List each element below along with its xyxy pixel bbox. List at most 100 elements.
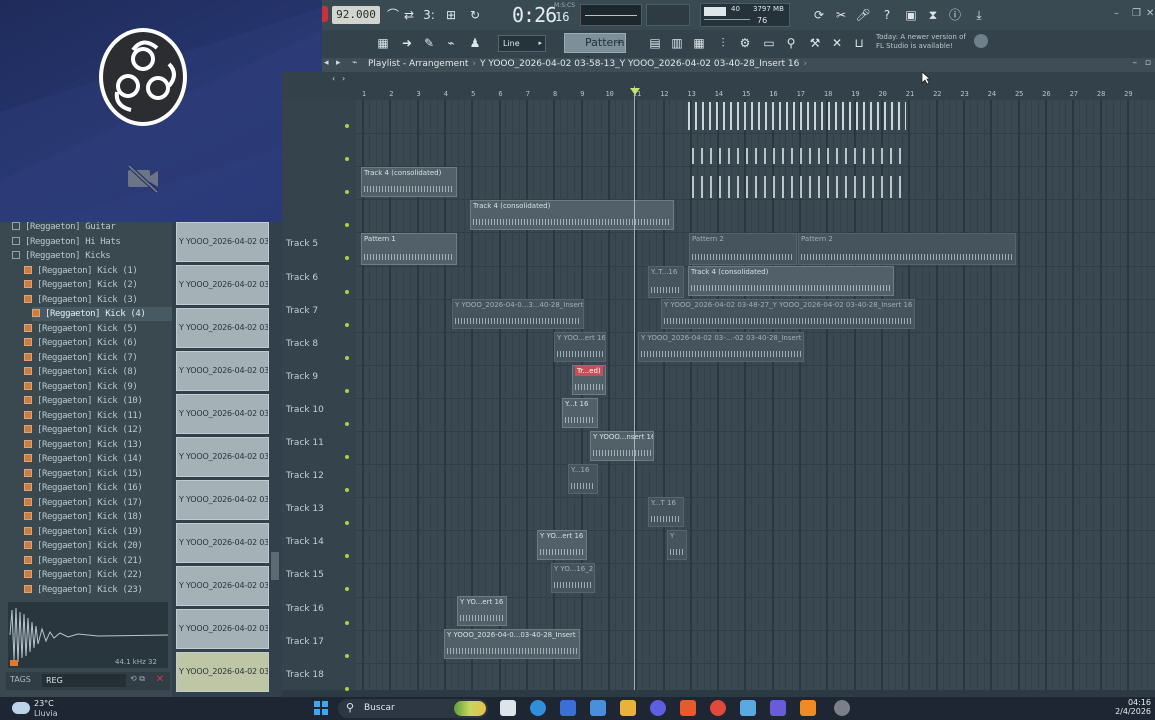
close-window-icon[interactable]: ✕ xyxy=(1146,8,1154,19)
maximize-window-icon[interactable]: ❐ xyxy=(1132,8,1141,19)
audio-clip[interactable]: Y YO...16_2 xyxy=(551,563,595,593)
audio-clip[interactable]: Y xyxy=(667,530,687,560)
master-pitch-display[interactable] xyxy=(646,4,690,26)
browser-folder-item[interactable]: [Reggaeton] Hi Hats xyxy=(12,235,172,249)
track-mute-led[interactable] xyxy=(345,653,349,658)
browser-file-item[interactable]: [Reggaeton] Kick (17) xyxy=(24,496,172,510)
browser-file-item[interactable]: [Reggaeton] Kick (3) xyxy=(24,293,172,307)
browser-file-item[interactable]: [Reggaeton] Kick (15) xyxy=(24,467,172,481)
picker-clip[interactable]: Y YOOO_2026-04-02 03-... xyxy=(176,265,269,305)
track-mute-led[interactable] xyxy=(345,620,349,625)
tags-search-input[interactable]: REG xyxy=(42,674,126,687)
audio-clip[interactable]: Y YOOO...nsert 16 xyxy=(590,431,654,461)
audio-clip[interactable]: Track 4 (consolidated) xyxy=(470,200,674,230)
picker-clip[interactable]: Y YOOO_2026-04-02 03-... xyxy=(176,609,269,649)
track-mute-led[interactable] xyxy=(345,124,349,128)
audio-clip[interactable]: Y YOOO_2026-04-02 03-48-27_Y YOOO_2026-0… xyxy=(661,299,915,329)
track-header[interactable] xyxy=(282,166,356,199)
track-mute-led[interactable] xyxy=(345,256,349,261)
ruler-left-icon[interactable]: ‹ xyxy=(332,74,335,83)
audio-clip[interactable]: Y YOOO_2026-04-02 03-...-02 03-40-28_Ins… xyxy=(638,332,804,362)
browser-file-item[interactable]: [Reggaeton] Kick (18) xyxy=(24,510,172,524)
picker-clip[interactable]: Y YOOO_2026-04-02 03-... xyxy=(176,480,269,520)
task-view-icon[interactable] xyxy=(500,700,516,716)
track-header[interactable]: Track 13 xyxy=(282,497,356,530)
browser-file-item[interactable]: [Reggaeton] Kick (7) xyxy=(24,351,172,365)
tags-refresh-icon[interactable]: ⟲ ⧉ xyxy=(130,674,145,684)
edge-browser-icon[interactable] xyxy=(530,700,546,716)
browser-file-item[interactable]: [Reggaeton] Kick (12) xyxy=(24,423,172,437)
browser-file-item[interactable]: [Reggaeton] Kick (20) xyxy=(24,539,172,553)
copilot-icon[interactable] xyxy=(650,700,666,716)
browser-file-item[interactable]: [Reggaeton] Kick (4) xyxy=(32,307,172,321)
brave-browser-icon[interactable] xyxy=(680,700,696,716)
record-button[interactable] xyxy=(322,6,328,22)
track-mute-led[interactable] xyxy=(345,223,349,228)
browser-file-item[interactable]: [Reggaeton] Kick (21) xyxy=(24,554,172,568)
track-header[interactable]: Track 11 xyxy=(282,431,356,464)
track-mute-led[interactable] xyxy=(345,554,349,559)
snap-mode-select[interactable]: Line ▸ xyxy=(498,35,546,52)
browser-folder-item[interactable]: [Reggaeton] Kicks xyxy=(12,249,172,263)
audio-clip[interactable]: Pattern 2 xyxy=(798,233,1016,265)
step-edit-icon[interactable]: ⊞ xyxy=(442,6,460,24)
audio-clip[interactable]: Y YOOO_2026-04-0...03-40-28_Insert 16 xyxy=(444,629,580,659)
news-avatar-icon[interactable] xyxy=(974,34,988,48)
kick-pattern-clips[interactable] xyxy=(688,102,906,130)
taskbar-search[interactable]: ⚲ Buscar xyxy=(338,699,488,718)
track-header[interactable]: Track 10 xyxy=(282,398,356,431)
track-mute-led[interactable] xyxy=(345,521,349,526)
picker-clip[interactable]: Y YOOO_2026-04-02 03-... xyxy=(176,351,269,391)
browser-file-item[interactable]: [Reggaeton] Kick (14) xyxy=(24,452,172,466)
plugin-icon[interactable]: ⧗ xyxy=(924,6,942,24)
audio-clip[interactable]: Tr...ed) xyxy=(572,365,606,395)
obs-taskbar-icon[interactable] xyxy=(834,700,850,716)
weather-widget[interactable]: 23°C Lluvia xyxy=(12,699,72,719)
undo-history-icon[interactable]: ⟳ xyxy=(810,6,828,24)
browser-file-item[interactable]: [Reggaeton] Kick (8) xyxy=(24,365,172,379)
ruler-right-icon[interactable]: › xyxy=(342,74,345,83)
fl-studio-icon[interactable] xyxy=(800,700,816,716)
info-icon[interactable]: ⓘ xyxy=(946,6,964,24)
playlist-menu-icon[interactable]: ◂ xyxy=(324,58,329,68)
tempo-display[interactable]: 92.000 xyxy=(332,6,380,24)
snare-pattern-clips[interactable] xyxy=(692,176,906,198)
track-header[interactable]: Track 5 xyxy=(282,232,356,265)
picker-clip[interactable]: Y YOOO_2026-04-02 03-... xyxy=(176,437,269,477)
browser-file-item[interactable]: [Reggaeton] Kick (10) xyxy=(24,394,172,408)
browser-icon[interactable]: ▭ xyxy=(760,34,778,52)
cart-icon[interactable]: ⊔ xyxy=(850,34,868,52)
touch-controller-icon[interactable]: ✕ xyxy=(828,34,846,52)
plugin-database-icon[interactable]: ⚲ xyxy=(782,34,800,52)
mixer-icon[interactable]: ⫶ xyxy=(714,34,732,52)
browser-file-item[interactable]: [Reggaeton] Kick (19) xyxy=(24,525,172,539)
audio-clip[interactable]: Y...t 16 xyxy=(562,398,598,428)
stamp-tool-icon[interactable]: ♟ xyxy=(466,34,484,52)
hat-pattern-clips[interactable] xyxy=(692,148,906,164)
help-icon[interactable]: ? xyxy=(878,6,896,24)
picker-scrollbar[interactable] xyxy=(271,552,279,580)
timeline-ruler[interactable]: ‹ › 1 2 3 4 5 6 7 8 9 10 11 12 13 14 15 16 17 18 19 20 21 22 2… xyxy=(282,72,1155,100)
track-header[interactable]: Track 9 xyxy=(282,365,356,398)
audio-clip[interactable]: Y YO...ert 16 xyxy=(537,530,587,560)
track-header[interactable]: Track 15 xyxy=(282,563,356,596)
picker-clip[interactable]: Y YOOO_2026-04-02 03-... xyxy=(176,308,269,348)
track-header[interactable]: Track 6 xyxy=(282,266,356,299)
picker-clip[interactable]: Y YOOO_2026-04-02 03-... xyxy=(176,523,269,563)
playlist-icon[interactable]: ▤ xyxy=(646,34,664,52)
browser-file-item[interactable]: [Reggaeton] Kick (1) xyxy=(24,264,172,278)
track-header[interactable] xyxy=(282,100,356,133)
playlist-maximize-icon[interactable]: ▫ xyxy=(1145,58,1151,68)
track-mute-led[interactable] xyxy=(345,190,349,195)
audio-clip[interactable]: Pattern 1 xyxy=(361,233,457,265)
picker-clip[interactable]: Y YOOO_2026-04-02 03-... xyxy=(176,566,269,606)
track-mute-led[interactable] xyxy=(345,488,349,493)
picker-clip[interactable]: Y YOOO_2026-04-02 03-... xyxy=(176,222,269,262)
photos-icon[interactable] xyxy=(740,700,756,716)
store-icon[interactable] xyxy=(560,700,576,716)
audio-clip[interactable]: Y YOO...ert 16 xyxy=(554,332,606,362)
track-mute-led[interactable] xyxy=(345,157,349,162)
track-header[interactable]: Track 14 xyxy=(282,530,356,563)
tags-clear-icon[interactable]: ✕ xyxy=(154,673,166,686)
microphone-icon[interactable]: 🎤︎ xyxy=(854,6,872,24)
